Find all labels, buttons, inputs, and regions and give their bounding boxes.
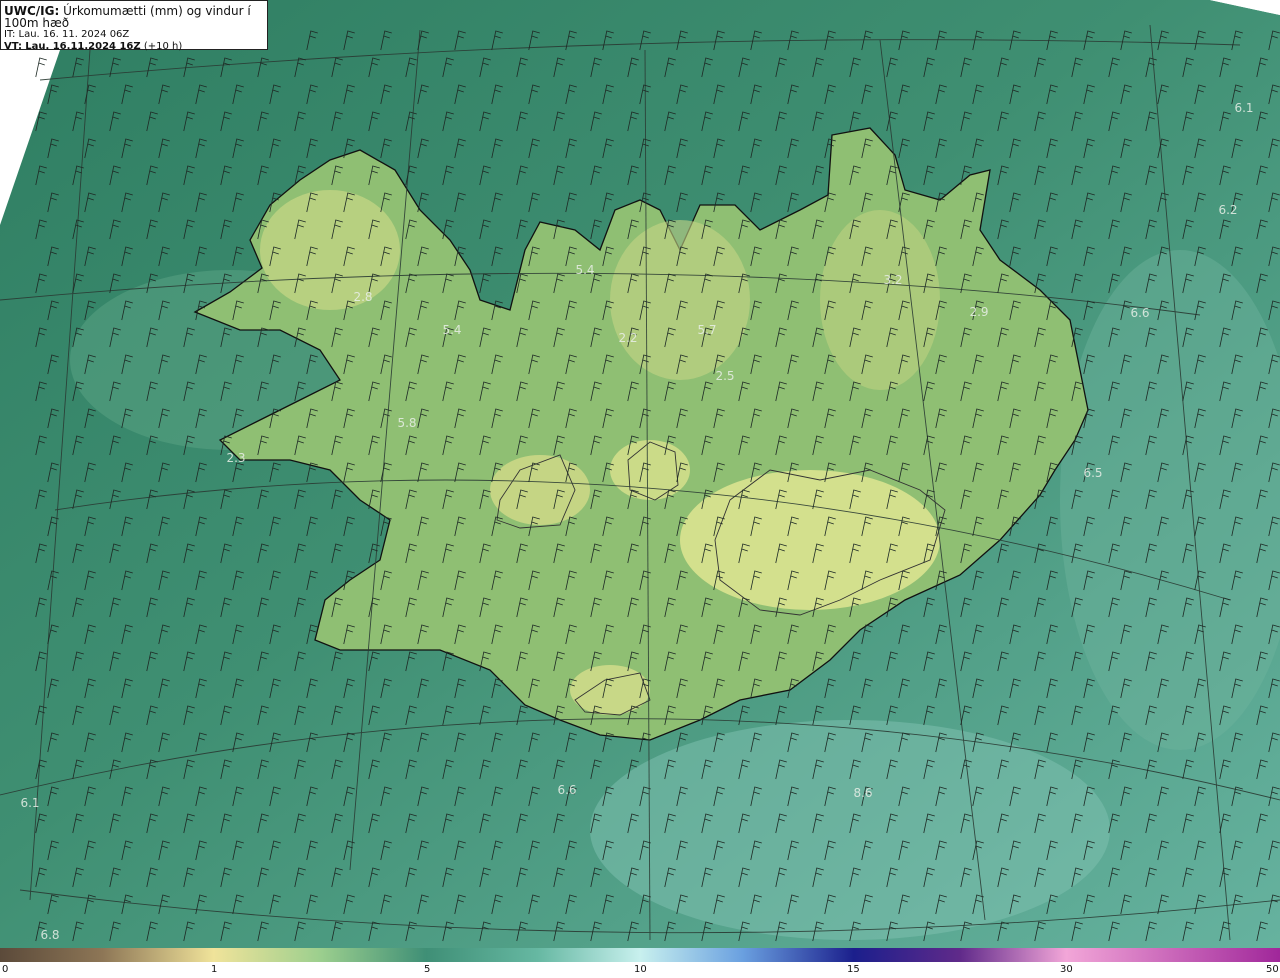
colorbar-tick: 15 — [847, 964, 860, 975]
map-value-label: 6.5 — [1083, 466, 1103, 480]
map-value-label: 6.2 — [1218, 203, 1238, 217]
map-value-label: 3.2 — [883, 273, 903, 287]
map-value-label: 5.4 — [442, 323, 462, 337]
map-value-label: 2.2 — [618, 331, 638, 345]
map-value-label: 2.3 — [226, 451, 246, 465]
colorbar-tick: 5 — [424, 964, 431, 975]
map-value-label: 6.1 — [20, 796, 40, 810]
init-time: IT: Lau. 16. 11. 2024 06Z — [4, 29, 130, 40]
map-value-label: 2.9 — [969, 305, 989, 319]
colorbar-tick: 30 — [1060, 964, 1073, 975]
map-value-label: 2.5 — [715, 369, 735, 383]
map-value-label: 5.8 — [397, 416, 417, 430]
precipitation-colorbar — [0, 948, 1280, 962]
colorbar-tick: 50 — [1266, 964, 1279, 975]
colorbar-tick: 0 — [2, 964, 9, 975]
map-value-label: 6.1 — [1234, 101, 1254, 115]
map-value-label: 6.8 — [40, 928, 60, 942]
map-value-label: 6.6 — [1130, 306, 1150, 320]
field-title-line: UWC/IG: Úrkomumætti (mm) og vindur í 100… — [4, 5, 264, 29]
map-value-label: 2.8 — [353, 290, 373, 304]
map-header: UWC/IG: Úrkomumætti (mm) og vindur í 100… — [0, 0, 268, 53]
colorbar-tick: 10 — [634, 964, 647, 975]
valid-label: VT: — [4, 41, 23, 52]
map-value-label: 8.6 — [853, 786, 873, 800]
colorbar-tick: 1 — [211, 964, 218, 975]
valid-time-line: VT: Lau. 16.11.2024 16Z (+10 h) — [4, 41, 264, 53]
colorbar-ticks: 0 1 5 10 15 30 50 — [0, 962, 1280, 978]
map-value-label: 6.6 — [557, 783, 577, 797]
lead-time: (+10 h) — [143, 41, 183, 52]
map-value-label: 5.7 — [697, 323, 717, 337]
valid-time: Lau. 16.11.2024 16Z — [25, 41, 141, 52]
map-value-label: 5.4 — [575, 263, 595, 277]
